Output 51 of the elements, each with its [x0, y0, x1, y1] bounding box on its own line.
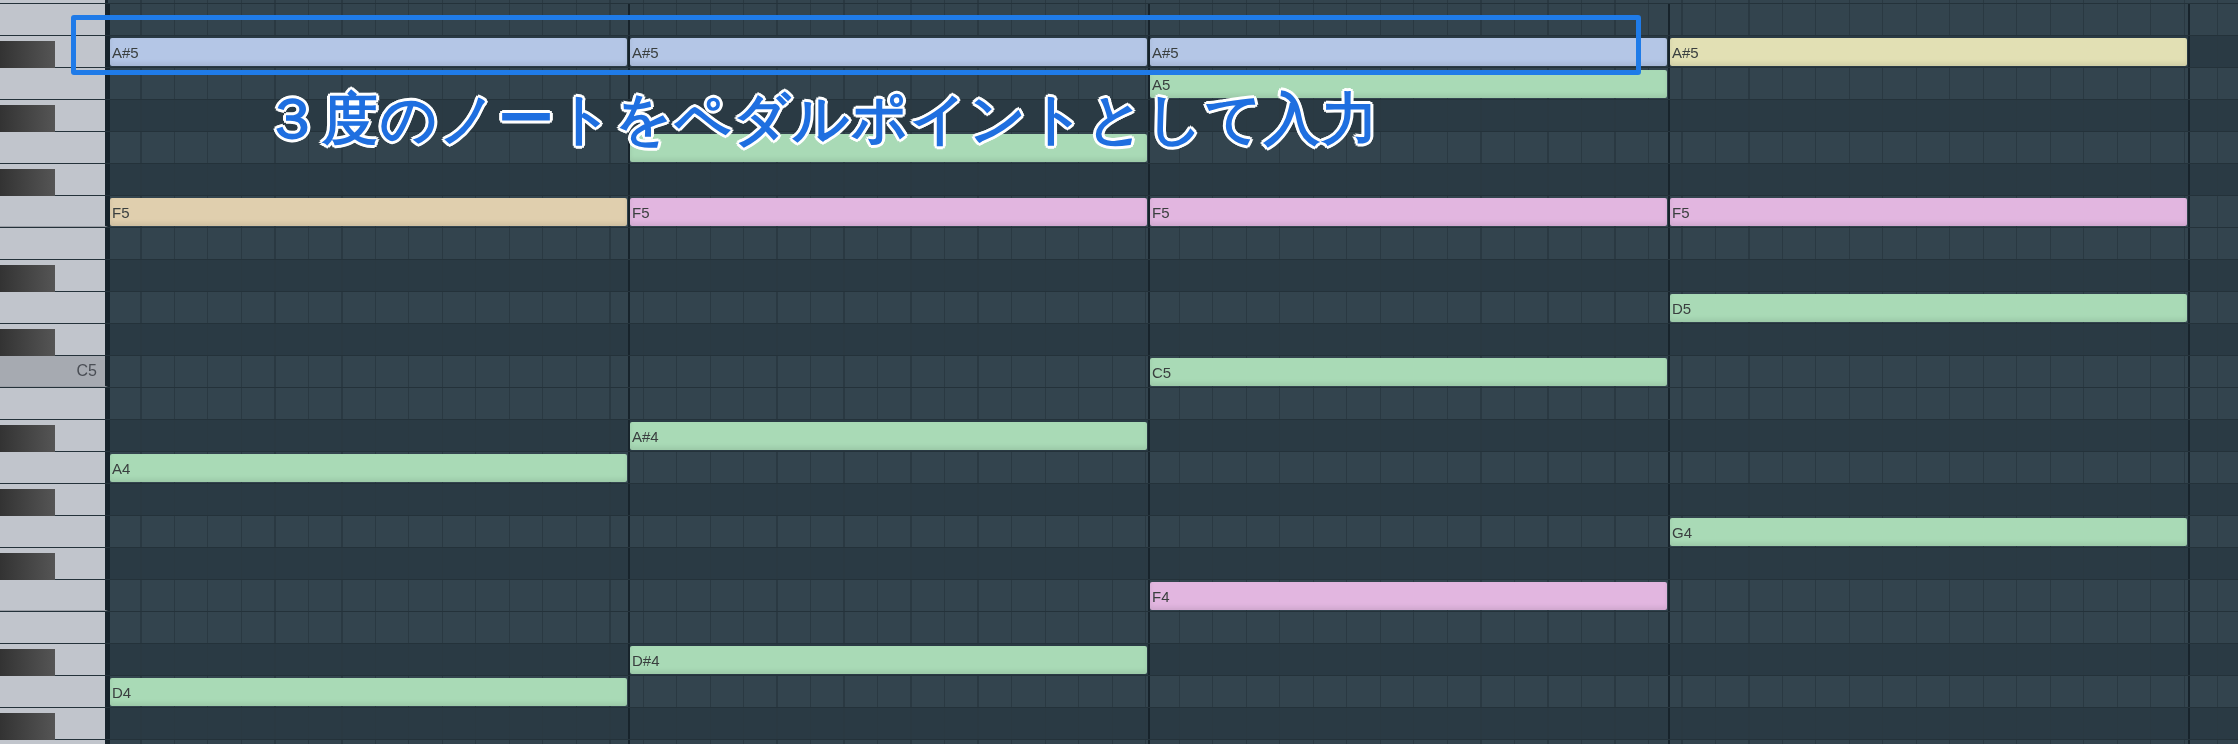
piano-key[interactable]: [0, 228, 108, 259]
note-block[interactable]: F5: [1670, 198, 2187, 226]
sharp-key[interactable]: [0, 713, 55, 743]
sharp-key[interactable]: [0, 329, 55, 359]
piano-key[interactable]: [0, 452, 108, 483]
sharp-key[interactable]: [0, 169, 55, 199]
piano-key[interactable]: [0, 580, 108, 611]
piano-key[interactable]: [0, 4, 108, 35]
piano-key[interactable]: [0, 484, 108, 515]
note-block[interactable]: A#5: [110, 38, 627, 66]
piano-key[interactable]: [0, 420, 108, 451]
note-block[interactable]: A#5: [630, 38, 1147, 66]
piano-key[interactable]: [0, 612, 108, 643]
note-block[interactable]: A4: [110, 454, 627, 482]
sharp-key[interactable]: [0, 105, 55, 135]
key-label: C5: [76, 362, 97, 380]
note-block[interactable]: F5: [630, 198, 1147, 226]
piano-key[interactable]: [0, 68, 108, 99]
piano-key[interactable]: [0, 0, 108, 3]
piano-key[interactable]: [0, 292, 108, 323]
piano-key[interactable]: C5: [0, 356, 108, 387]
piano-key[interactable]: [0, 164, 108, 195]
piano-key[interactable]: [0, 676, 108, 707]
piano-key[interactable]: [0, 548, 108, 579]
piano-key[interactable]: [0, 644, 108, 675]
sharp-key[interactable]: [0, 649, 55, 679]
note-block[interactable]: C5: [1150, 358, 1667, 386]
note-block[interactable]: F5: [1150, 198, 1667, 226]
note-block[interactable]: A#5: [1670, 38, 2187, 66]
sharp-key[interactable]: [0, 265, 55, 295]
sharp-key[interactable]: [0, 425, 55, 455]
sharp-key[interactable]: [0, 553, 55, 583]
piano-key[interactable]: [0, 36, 108, 67]
piano-key[interactable]: [0, 708, 108, 739]
piano-key[interactable]: [0, 388, 108, 419]
note-block[interactable]: F5: [110, 198, 627, 226]
note-block[interactable]: G4: [1670, 518, 2187, 546]
note-block[interactable]: D#4: [630, 646, 1147, 674]
sharp-key[interactable]: [0, 489, 55, 519]
note-block[interactable]: D5: [1670, 294, 2187, 322]
piano-key[interactable]: [0, 196, 108, 227]
piano-key[interactable]: [0, 516, 108, 547]
note-block[interactable]: A#4: [630, 422, 1147, 450]
note-block[interactable]: A#5: [1150, 38, 1667, 66]
sharp-key[interactable]: [0, 41, 55, 71]
piano-key[interactable]: [0, 324, 108, 355]
piano-key[interactable]: [0, 260, 108, 291]
note-block[interactable]: F4: [1150, 582, 1667, 610]
piano-key[interactable]: [0, 132, 108, 163]
piano-key[interactable]: [0, 100, 108, 131]
note-block[interactable]: D4: [110, 678, 627, 706]
